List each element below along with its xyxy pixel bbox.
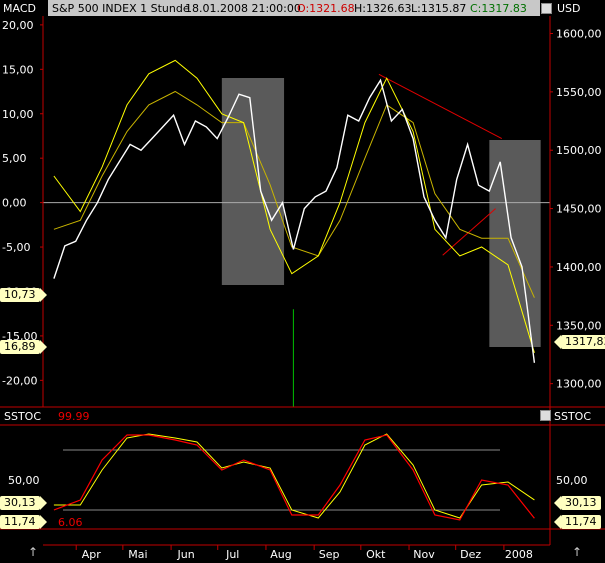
sstoc-options-button[interactable]	[540, 410, 551, 421]
price-line	[53, 78, 536, 363]
month-label: Aug	[270, 548, 291, 561]
right-tick-label: 1600,00	[556, 28, 602, 41]
signal-line	[53, 90, 535, 298]
left-tick-label: 15,00	[2, 63, 34, 76]
stoch-marker-left-1: 30,13	[0, 496, 46, 510]
stoch-marker-left-2: 11,74	[0, 515, 46, 529]
left-tick-label: -20,00	[2, 374, 37, 387]
right-tick-label: 1450,00	[556, 203, 602, 216]
month-label: Okt	[366, 548, 386, 561]
sstoc-label-left: SSTOC	[4, 410, 42, 423]
month-label: Sep	[319, 548, 340, 561]
trendline-1	[378, 73, 503, 139]
month-label: 2008	[505, 548, 533, 561]
right-tick-label: 1350,00	[556, 319, 602, 332]
left-tick-label: 20,00	[2, 19, 34, 32]
sstoc-fast-line	[53, 434, 535, 521]
lower-band-label: 6.06	[58, 516, 83, 529]
left-tick-label: 10,00	[2, 108, 34, 121]
month-label: Mai	[128, 548, 147, 561]
shade-box-1	[221, 78, 285, 285]
scroll-up-arrow-right[interactable]: ↑	[572, 545, 582, 559]
price-marker: 1317,83	[554, 335, 605, 349]
right-tick-label: 1400,00	[556, 261, 602, 274]
month-label: Nov	[413, 548, 435, 561]
sstoc-tick-right: 50,00	[556, 474, 588, 487]
sstoc-tick-left: 50,00	[8, 474, 40, 487]
macd-marker-2: 16,89	[0, 340, 46, 354]
stoch-marker-right-2: 11,74	[554, 515, 601, 529]
right-tick-label: 1550,00	[556, 86, 602, 99]
month-label: Apr	[82, 548, 102, 561]
left-tick-label: -5,00	[2, 241, 30, 254]
right-tick-label: 1300,00	[556, 378, 602, 391]
chart-canvas: 20,0015,0010,005,000,00-5,00-10,00-15,00…	[0, 16, 605, 561]
right-tick-label: 1500,00	[556, 144, 602, 157]
left-tick-label: 5,00	[2, 152, 27, 165]
macd-marker-1: 10,73	[0, 288, 46, 302]
upper-band-label: 99.99	[58, 410, 90, 423]
stoch-marker-right-1: 30,13	[554, 496, 601, 510]
month-label: Jul	[225, 548, 239, 561]
month-label: Jun	[176, 548, 194, 561]
left-tick-label: 0,00	[2, 197, 27, 210]
macd-line	[53, 59, 535, 353]
sstoc-slow-line	[53, 433, 535, 519]
month-label: Dez	[460, 548, 481, 561]
sstoc-label-right: SSTOC	[554, 410, 592, 423]
scroll-up-arrow-left[interactable]: ↑	[28, 545, 38, 559]
